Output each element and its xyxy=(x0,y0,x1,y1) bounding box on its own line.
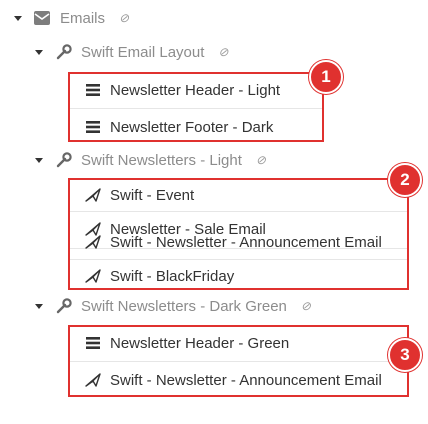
eye-slash-icon: ⊘ xyxy=(255,153,266,167)
tree-group-label: Swift Email Layout xyxy=(81,43,205,61)
eye-slash-icon: ⊘ xyxy=(119,11,129,25)
wrench-icon xyxy=(55,298,73,314)
tree-item[interactable]: Newsletter Footer - Dark xyxy=(84,117,273,137)
tree-item[interactable]: Swift - Newsletter - Announcement Email xyxy=(84,232,382,252)
tree-group-label: Swift Newsletters - Dark Green xyxy=(81,297,287,315)
tree-group-label: Swift Newsletters - Light xyxy=(81,151,242,169)
divider xyxy=(70,259,407,260)
divider xyxy=(70,108,322,109)
caret-down-icon[interactable] xyxy=(14,15,22,21)
tree-item-label: Newsletter Header - Green xyxy=(110,334,290,352)
tree-item-label: Swift - Newsletter - Announcement Email xyxy=(110,233,382,251)
eye-slash-icon: ⊘ xyxy=(300,299,311,313)
tree-group-swift-newsletters-dark-green[interactable]: Swift Newsletters - Dark Green ⊘ xyxy=(35,296,311,316)
wrench-icon xyxy=(55,152,73,168)
send-icon xyxy=(84,235,102,249)
tree-item[interactable]: Swift - Newsletter - Announcement Email xyxy=(84,370,382,390)
tree-group-swift-newsletters-light[interactable]: Swift Newsletters - Light ⊘ xyxy=(35,150,266,170)
tree-item[interactable]: Swift - BlackFriday xyxy=(84,266,234,286)
callout-badge-1: 1 xyxy=(309,60,343,94)
tree-item-label: Swift - Event xyxy=(110,186,195,204)
caret-down-icon[interactable] xyxy=(35,49,43,55)
envelope-icon xyxy=(34,11,50,25)
send-icon xyxy=(84,373,102,387)
tree-item[interactable]: Swift - Event xyxy=(84,186,194,204)
list-icon xyxy=(84,337,102,349)
tree-item-label: Swift - BlackFriday xyxy=(110,267,235,285)
tree-item-label: Newsletter Header - Light xyxy=(110,81,281,99)
list-icon xyxy=(84,121,102,133)
caret-down-icon[interactable] xyxy=(35,303,43,309)
eye-slash-icon: ⊘ xyxy=(218,45,228,59)
send-icon xyxy=(84,269,102,283)
wrench-icon xyxy=(55,44,73,60)
callout-badge-2: 2 xyxy=(388,163,422,197)
callout-badge-3: 3 xyxy=(388,338,422,372)
divider xyxy=(70,361,407,362)
divider xyxy=(70,211,407,212)
send-icon xyxy=(84,188,102,202)
tree-item[interactable]: Newsletter Header - Light xyxy=(84,80,280,100)
tree-item-label: Swift - Newsletter - Announcement Email xyxy=(110,371,382,389)
list-icon xyxy=(84,84,102,96)
caret-down-icon[interactable] xyxy=(35,157,43,163)
tree-item-label: Newsletter Footer - Dark xyxy=(110,118,274,136)
tree-root-label: Emails xyxy=(60,9,106,27)
tree-item[interactable]: Newsletter Header - Green xyxy=(84,333,289,353)
tree-group-swift-email-layout[interactable]: Swift Email Layout ⊘ xyxy=(35,42,228,62)
tree-root-emails[interactable]: Emails ⊘ xyxy=(14,8,129,28)
